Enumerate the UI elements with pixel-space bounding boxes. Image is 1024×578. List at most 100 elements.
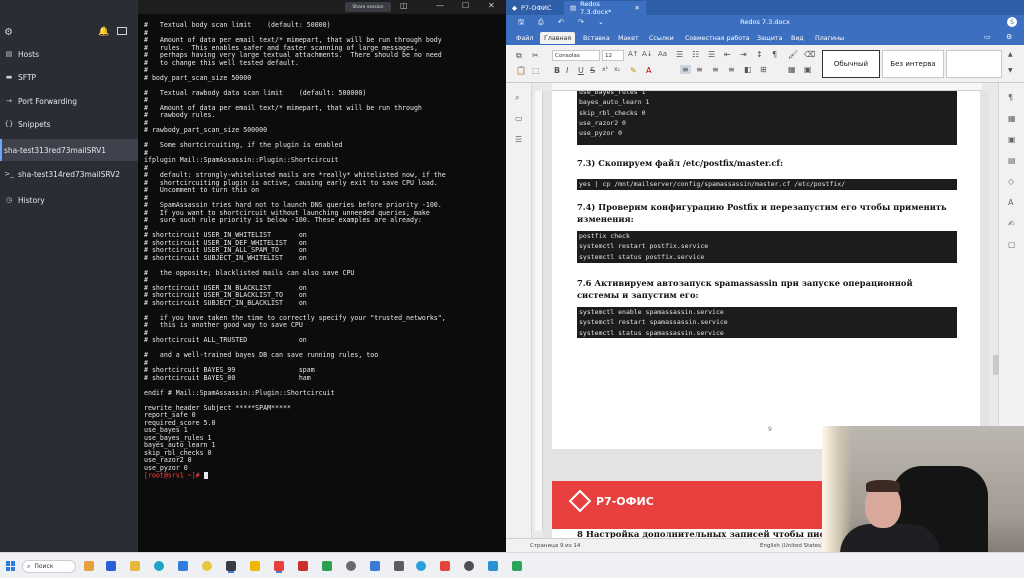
outdent-icon[interactable]: ⇤ [724, 50, 731, 59]
session-tab-srv1[interactable]: sha-test313red73mailSRV1 [0, 139, 138, 161]
menu-insert[interactable]: Вставка [579, 32, 614, 44]
font-size-select[interactable]: 12 [602, 50, 624, 61]
taskbar-search[interactable]: ⌕ Поиск [22, 560, 76, 573]
align-left-icon[interactable]: ≡ [680, 65, 691, 74]
app-icon[interactable] [512, 561, 522, 571]
panel-icon[interactable] [117, 27, 127, 35]
superscript-icon[interactable]: x² [602, 66, 608, 73]
file-explorer-icon[interactable] [130, 561, 140, 571]
table-settings-icon[interactable]: ▦ [1008, 114, 1016, 123]
font-shrink-icon[interactable]: A↓ [642, 50, 653, 58]
app-icon[interactable] [250, 561, 260, 571]
cut-icon[interactable]: ✂ [532, 51, 539, 60]
select-all-icon[interactable]: ⬚ [532, 66, 540, 75]
session-tab-srv2[interactable]: >_ sha-test314red73mailSRV2 [0, 163, 138, 185]
app-icon[interactable] [464, 561, 474, 571]
bold-icon[interactable]: B [554, 66, 560, 75]
r7-office-icon[interactable] [274, 561, 284, 571]
telegram-icon[interactable] [416, 561, 426, 571]
app-icon[interactable] [440, 561, 450, 571]
shape-settings-icon[interactable]: ◇ [1008, 177, 1014, 186]
print-icon[interactable]: ⎙ [538, 18, 544, 27]
insert-table-icon[interactable]: ▦ [788, 65, 796, 74]
align-right-icon[interactable]: ≡ [712, 65, 719, 74]
menu-protection[interactable]: Защита [753, 32, 786, 44]
subscript-icon[interactable]: x₂ [614, 66, 620, 73]
document-tab[interactable]: ▤ Redos 7.3.docx* ✕ [564, 0, 646, 16]
menu-plugins[interactable]: Плагины [811, 32, 848, 44]
menu-view[interactable]: Вид [787, 32, 808, 44]
paragraph-settings-icon[interactable]: ¶ [1008, 93, 1013, 102]
search-icon[interactable]: ⌕ [515, 93, 519, 103]
text-art-icon[interactable]: A [1008, 198, 1013, 207]
align-center-icon[interactable]: ≡ [696, 65, 703, 74]
font-grow-icon[interactable]: A↑ [628, 50, 639, 58]
avatar[interactable]: S [1007, 17, 1017, 27]
task-view-icon[interactable] [106, 561, 116, 571]
borders-icon[interactable]: ⊞ [760, 65, 767, 74]
edge-icon[interactable] [154, 561, 164, 571]
change-case-icon[interactable]: Aa [658, 50, 667, 58]
app-icon[interactable] [488, 561, 498, 571]
sidebar-item-sftp[interactable]: ▬ SFTP [0, 66, 138, 88]
horizontal-ruler[interactable] [552, 83, 982, 91]
sidebar-item-snippets[interactable]: {} Snippets [0, 113, 138, 135]
split-icon[interactable]: ◫ [400, 1, 408, 10]
undo-icon[interactable]: ↶ [558, 18, 564, 26]
store-icon[interactable] [178, 561, 188, 571]
justify-icon[interactable]: ≡ [728, 65, 735, 74]
terminal-pane[interactable]: Share session ◫ — ☐ ✕ # Textual body sca… [138, 0, 506, 552]
multilevel-icon[interactable]: ☰ [708, 50, 715, 59]
chevron-up-icon[interactable]: ▲ [1008, 51, 1013, 58]
navigation-icon[interactable]: ☰ [515, 135, 522, 144]
save-icon[interactable]: 🖫 [518, 18, 524, 29]
copy-style-icon[interactable]: 🖌 [788, 50, 798, 59]
indent-icon[interactable]: ⇥ [740, 50, 747, 59]
numbering-icon[interactable]: ☷ [692, 50, 699, 59]
close-icon[interactable]: ✕ [488, 1, 495, 10]
menu-file[interactable]: Файл [512, 32, 537, 44]
page-indicator[interactable]: Страница 9 из 14 [530, 543, 580, 549]
sidebar-item-hosts[interactable]: ▤ Hosts [0, 43, 138, 65]
paragraph-mark-icon[interactable]: ¶ [772, 50, 777, 59]
style-no-spacing[interactable]: Без интерва [882, 50, 944, 78]
minimize-icon[interactable]: — [436, 1, 444, 10]
paste-icon[interactable]: 📋 [516, 66, 526, 75]
vertical-scrollbar[interactable] [993, 355, 999, 375]
highlight-icon[interactable]: ✎ [630, 66, 637, 75]
strikethrough-icon[interactable]: S [590, 66, 595, 75]
clear-style-icon[interactable]: ⌫ [804, 50, 815, 59]
maximize-icon[interactable]: ☐ [462, 1, 469, 10]
chrome-icon[interactable] [202, 561, 212, 571]
settings-icon[interactable]: ⚙ [4, 27, 13, 38]
menu-collaboration[interactable]: Совместная работа [681, 32, 754, 44]
comments-icon[interactable]: ▭ [515, 114, 523, 123]
font-name-select[interactable]: Consolas [552, 50, 600, 61]
italic-icon[interactable]: I [566, 66, 568, 75]
close-tab-icon[interactable]: ✕ [635, 4, 640, 12]
signature-icon[interactable]: ✍ [1008, 219, 1015, 228]
settings-icon[interactable]: ⚙ [1006, 33, 1012, 41]
folder-icon[interactable]: ▭ [984, 33, 991, 41]
chevron-down-icon[interactable]: ⌄ [598, 18, 604, 26]
app-icon[interactable] [322, 561, 332, 571]
app-tab[interactable]: ◆ Р7-ОФИС [506, 1, 564, 15]
style-normal[interactable]: Обычный [822, 50, 880, 78]
line-spacing-icon[interactable]: ↕ [756, 50, 763, 59]
widgets-icon[interactable] [84, 561, 94, 571]
redo-icon[interactable]: ↷ [578, 18, 584, 26]
menu-references[interactable]: Ссылки [645, 32, 678, 44]
language-indicator[interactable]: English (United States) [760, 543, 823, 549]
image-settings-icon[interactable]: ▣ [1008, 135, 1016, 144]
underline-icon[interactable]: U [578, 66, 584, 75]
app-icon[interactable] [298, 561, 308, 571]
form-settings-icon[interactable]: ▢ [1008, 240, 1016, 249]
app-icon[interactable] [370, 561, 380, 571]
share-session-button[interactable]: Share session [345, 2, 391, 12]
sidebar-item-history[interactable]: ◷ History [0, 189, 138, 211]
menu-home[interactable]: Главная [540, 32, 576, 44]
vertical-ruler[interactable] [535, 91, 543, 531]
app-icon[interactable] [346, 561, 356, 571]
header-footer-icon[interactable]: ▤ [1008, 156, 1016, 165]
font-color-icon[interactable]: A [646, 66, 651, 75]
